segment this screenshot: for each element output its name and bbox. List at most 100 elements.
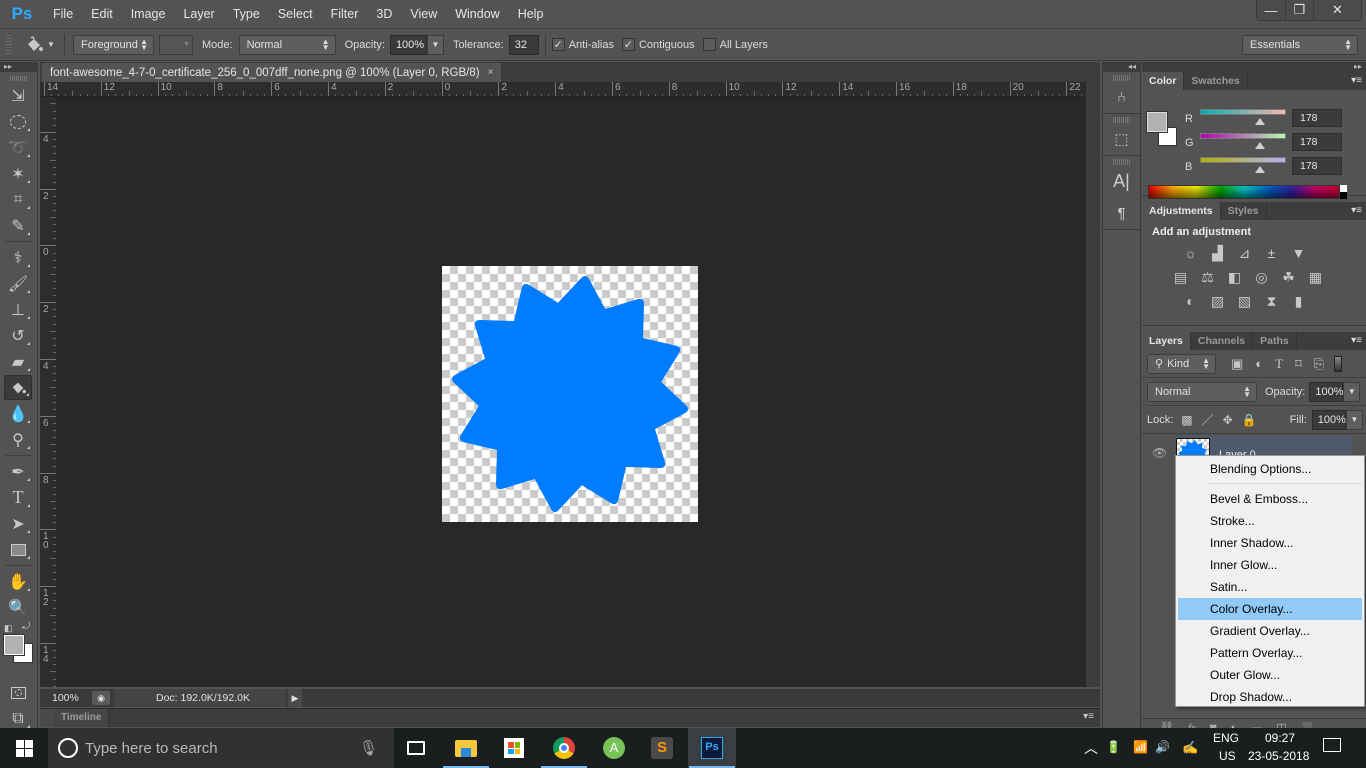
paragraph-panel-icon[interactable]: ¶ — [1103, 197, 1140, 229]
status-menu-arrow-icon[interactable]: ▶ — [288, 689, 302, 707]
panel-menu-icon[interactable]: ▾≡ — [1351, 335, 1362, 346]
black-white-icon[interactable]: ◧ — [1226, 270, 1243, 285]
fill-input[interactable]: 100% — [1311, 409, 1346, 430]
menu-filter[interactable]: Filter — [322, 0, 368, 28]
green-value-input[interactable]: 178 — [1292, 133, 1342, 151]
mode-select[interactable]: Normal ▲ ▼ — [238, 34, 336, 55]
store-button[interactable] — [490, 728, 538, 768]
menu-select[interactable]: Select — [269, 0, 322, 28]
pen-workspace-icon[interactable]: ✍ — [1182, 740, 1198, 756]
lock-transparent-icon[interactable]: ▩ — [1181, 413, 1192, 427]
chrome-button[interactable] — [540, 728, 588, 768]
panel-menu-icon[interactable]: ▾≡ — [1351, 75, 1362, 86]
panel-grip[interactable] — [10, 76, 27, 81]
black-swatch[interactable] — [1340, 192, 1347, 199]
start-button[interactable] — [0, 728, 48, 768]
clone-stamp-tool-icon[interactable]: ⊥ — [4, 297, 32, 322]
move-tool-icon[interactable]: ⇲ — [4, 83, 32, 108]
eyedropper-tool-icon[interactable]: ✎ — [4, 213, 32, 238]
curves-icon[interactable]: ⊿ — [1236, 246, 1253, 261]
menu-edit[interactable]: Edit — [82, 0, 122, 28]
menu-item-inner-glow[interactable]: Inner Glow... — [1176, 554, 1364, 576]
default-colors-icon[interactable]: ◧ — [4, 623, 13, 634]
tab-styles[interactable]: Styles — [1221, 202, 1267, 220]
filter-toggle[interactable] — [1334, 355, 1343, 372]
menu-item-outer-glow[interactable]: Outer Glow... — [1176, 664, 1364, 686]
taskbar-search[interactable]: Type here to search 🎙 — [48, 728, 394, 768]
menu-type[interactable]: Type — [224, 0, 269, 28]
invert-icon[interactable]: ◐ — [1182, 294, 1199, 309]
layer-opacity-input[interactable]: 100% — [1309, 381, 1344, 402]
menu-item-pattern-overlay[interactable]: Pattern Overlay... — [1176, 642, 1364, 664]
rectangle-tool-icon[interactable] — [4, 537, 32, 562]
all-layers-checkbox[interactable]: All Layers — [702, 38, 768, 51]
opacity-input[interactable]: 100% — [389, 34, 427, 55]
quick-mask-icon[interactable] — [4, 680, 32, 705]
sublime-text-button[interactable]: S — [638, 728, 686, 768]
levels-icon[interactable]: ▟ — [1209, 246, 1226, 261]
tab-color[interactable]: Color — [1142, 72, 1185, 90]
blue-slider-thumb[interactable] — [1255, 166, 1265, 173]
tab-channels[interactable]: Channels — [1191, 332, 1254, 350]
paint-bucket-tool-icon[interactable] — [4, 375, 32, 400]
color-spectrum[interactable] — [1148, 185, 1340, 199]
collapse-dock-icon[interactable]: ◂◂ — [1103, 62, 1140, 72]
clock-date[interactable]: 23-05-2018 — [1248, 749, 1309, 763]
filter-type-icon[interactable]: T — [1275, 356, 1283, 372]
menu-window[interactable]: Window — [446, 0, 508, 28]
menu-item-stroke[interactable]: Stroke... — [1176, 510, 1364, 532]
lock-all-icon[interactable]: 🔒 — [1242, 413, 1257, 427]
contiguous-checkbox[interactable]: ✓ Contiguous — [621, 38, 695, 51]
path-selection-tool-icon[interactable]: ➤ — [4, 511, 32, 536]
brush-tool-icon[interactable]: 🖌 — [4, 271, 32, 296]
dodge-tool-icon[interactable]: ⚲ — [4, 427, 32, 452]
blue-slider[interactable] — [1200, 157, 1286, 163]
marquee-tool-icon[interactable] — [4, 109, 32, 134]
visibility-eye-icon[interactable]: 👁 — [1152, 446, 1167, 460]
battery-icon[interactable]: 🔋 — [1106, 740, 1121, 754]
gradient-map-icon[interactable]: ▮ — [1290, 294, 1307, 309]
crop-tool-icon[interactable]: ⌗ — [4, 187, 32, 212]
menu-3d[interactable]: 3D — [367, 0, 401, 28]
pattern-picker[interactable]: ▼ — [159, 34, 193, 55]
document-tab[interactable]: font-awesome_4-7-0_certificate_256_0_007… — [42, 63, 502, 82]
tab-paths[interactable]: Paths — [1253, 332, 1297, 350]
clock-time[interactable]: 09:27 — [1265, 731, 1295, 745]
pen-tool-icon[interactable]: ✒ — [4, 459, 32, 484]
zoom-level[interactable]: 100% — [40, 692, 88, 704]
menu-item-bevel-emboss[interactable]: Bevel & Emboss... — [1176, 488, 1364, 510]
fill-dropdown[interactable]: ▼ — [1345, 409, 1363, 430]
color-lookup-icon[interactable]: ▦ — [1307, 270, 1324, 285]
menu-item-inner-shadow[interactable]: Inner Shadow... — [1176, 532, 1364, 554]
filter-adjustment-icon[interactable]: ◐ — [1255, 356, 1263, 371]
language-indicator[interactable]: ENG — [1213, 731, 1239, 745]
brightness-contrast-icon[interactable]: ☼ — [1182, 246, 1199, 261]
healing-brush-tool-icon[interactable]: ⚕ — [4, 245, 32, 270]
menu-item-blending-options[interactable]: Blending Options... — [1176, 458, 1364, 480]
expand-panel-icon[interactable]: ▸▸ — [0, 62, 37, 72]
red-slider[interactable] — [1200, 109, 1286, 115]
panel-menu-icon[interactable]: ▾≡ — [1351, 205, 1362, 216]
hand-tool-icon[interactable]: ✋ — [4, 569, 32, 594]
eraser-tool-icon[interactable]: ▰ — [4, 349, 32, 374]
white-swatch[interactable] — [1340, 185, 1347, 192]
zoom-tool-icon[interactable]: 🔍 — [4, 595, 32, 620]
red-value-input[interactable]: 178 — [1292, 109, 1342, 127]
green-slider-thumb[interactable] — [1255, 142, 1265, 149]
posterize-icon[interactable]: ▨ — [1209, 294, 1226, 309]
microphone-icon[interactable]: 🎙 — [359, 739, 378, 757]
layer-opacity-dropdown[interactable]: ▼ — [1343, 381, 1361, 402]
layer-filter-select[interactable]: ⚲ Kind ▲ ▼ — [1147, 353, 1216, 374]
tab-layers[interactable]: Layers — [1142, 332, 1191, 350]
menu-item-color-overlay[interactable]: Color Overlay... — [1178, 598, 1362, 620]
menu-image[interactable]: Image — [122, 0, 175, 28]
color-balance-icon[interactable]: ⚖ — [1199, 270, 1216, 285]
filter-shape-icon[interactable]: ⌑ — [1295, 356, 1302, 372]
magic-wand-tool-icon[interactable]: ✶ — [4, 161, 32, 186]
blend-mode-select[interactable]: Normal ▲ ▼ — [1147, 381, 1257, 402]
share-icon[interactable]: ◉ — [92, 691, 110, 705]
history-panel-icon[interactable]: ⑃ — [1103, 81, 1140, 113]
panel-menu-icon[interactable]: ▾≡ — [1083, 711, 1094, 722]
photo-filter-icon[interactable]: ◎ — [1253, 270, 1270, 285]
minimize-button[interactable]: — — [1257, 0, 1285, 20]
